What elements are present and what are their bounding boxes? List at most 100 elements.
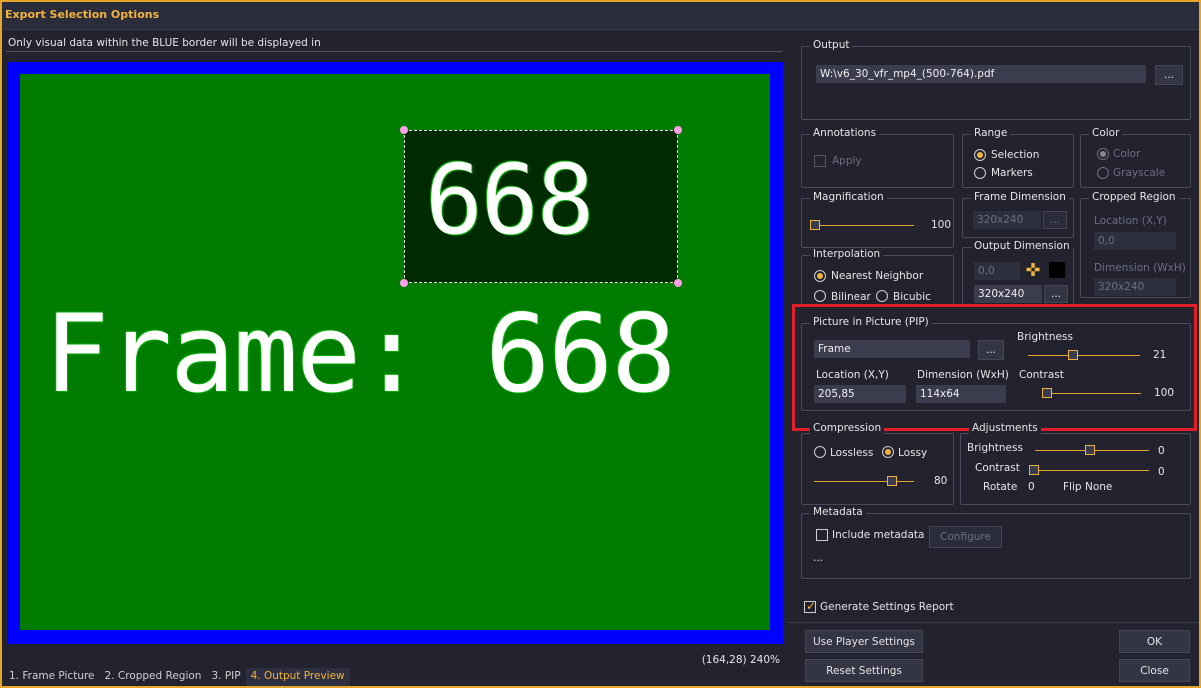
compression-value: 80 — [934, 475, 948, 487]
apply-annotations-checkbox[interactable] — [814, 155, 826, 167]
interpolation-bicubic-radio[interactable] — [876, 290, 888, 302]
annotations-group: Annotations Apply — [801, 127, 954, 188]
cropped-region-group: Cropped Region Location (X,Y) 0,0 Dimens… — [1080, 191, 1191, 298]
adjustments-group-title: Adjustments — [969, 422, 1041, 434]
interpolation-nearest-label: Nearest Neighbor — [831, 270, 924, 282]
interpolation-group: Interpolation Nearest Neighbor Bilinear … — [801, 248, 954, 305]
cursor-coordinate-readout: (164,28) 240% — [701, 654, 780, 666]
preview-panel: Only visual data within the BLUE border … — [4, 32, 786, 686]
tab-frame-picture[interactable]: 1. Frame Picture — [4, 668, 100, 686]
frame-overlay-text: Frame: 668 — [44, 292, 676, 417]
adjustments-contrast-slider-track[interactable] — [1035, 470, 1149, 471]
compression-lossy-radio[interactable] — [882, 446, 894, 458]
cropped-dimension-label: Dimension (WxH) — [1094, 262, 1186, 274]
color-group-title: Color — [1089, 127, 1123, 139]
output-browse-button[interactable]: ... — [1155, 65, 1183, 85]
adjustments-contrast-slider-thumb[interactable] — [1029, 465, 1039, 475]
pip-overlay[interactable]: 668 — [404, 130, 678, 283]
range-markers-radio[interactable] — [974, 167, 986, 179]
metadata-configure-button[interactable]: Configure — [929, 526, 1002, 548]
frame-dimension-field[interactable]: 320x240 — [973, 211, 1041, 229]
pip-resize-handle-bl[interactable] — [400, 279, 408, 287]
output-group: Output W:\v6_30_vfr_mp4_(500-764).pdf ..… — [801, 39, 1191, 120]
range-selection-label: Selection — [991, 149, 1040, 161]
tab-pip[interactable]: 3. PIP — [206, 668, 245, 686]
interpolation-bicubic-label: Bicubic — [893, 291, 931, 303]
divider — [6, 51, 782, 52]
magnification-group: Magnification 100 — [801, 191, 954, 248]
preview-tabs: 1. Frame Picture 2. Cropped Region 3. PI… — [4, 668, 350, 686]
tab-cropped-region[interactable]: 2. Cropped Region — [100, 668, 207, 686]
export-selection-window: Export Selection Options Only visual dat… — [0, 0, 1201, 688]
output-dimension-field[interactable]: 320x240 — [974, 285, 1042, 303]
adjustments-flip-value[interactable]: None — [1085, 481, 1112, 493]
preview-notice: Only visual data within the BLUE border … — [8, 37, 321, 49]
range-markers-label: Markers — [991, 167, 1033, 179]
metadata-group: Metadata Include metadata Configure ... — [801, 506, 1191, 579]
pip-resize-handle-tl[interactable] — [400, 126, 408, 134]
interpolation-group-title: Interpolation — [810, 248, 884, 260]
include-metadata-label: Include metadata — [832, 529, 925, 541]
magnification-group-title: Magnification — [810, 191, 887, 203]
metadata-group-title: Metadata — [810, 506, 866, 518]
output-group-title: Output — [810, 39, 853, 51]
adjustments-rotate-label: Rotate — [983, 481, 1018, 493]
use-player-settings-button[interactable]: Use Player Settings — [805, 630, 923, 653]
pip-resize-handle-tr[interactable] — [674, 126, 682, 134]
cropped-location-label: Location (X,Y) — [1094, 215, 1167, 227]
pip-resize-handle-br[interactable] — [674, 279, 682, 287]
include-metadata-checkbox[interactable] — [816, 529, 828, 541]
interpolation-nearest-radio[interactable] — [814, 270, 826, 282]
adjustments-brightness-label: Brightness — [967, 442, 1023, 454]
generate-report-label: Generate Settings Report — [820, 601, 954, 613]
adjustments-brightness-slider-thumb[interactable] — [1085, 445, 1095, 455]
metadata-more[interactable]: ... — [813, 552, 823, 564]
output-dimension-group: Output Dimension 0,0 ✜ 320x240 ... — [962, 240, 1074, 307]
color-group: Color Color Grayscale — [1080, 127, 1191, 188]
output-dimension-group-title: Output Dimension — [971, 240, 1073, 252]
color-grayscale-radio[interactable] — [1097, 167, 1109, 179]
frame-dimension-group-title: Frame Dimension — [971, 191, 1069, 203]
pip-overlay-text: 668 — [425, 144, 594, 256]
interpolation-bilinear-label: Bilinear — [831, 291, 871, 303]
range-selection-radio[interactable] — [974, 149, 986, 161]
color-grayscale-label: Grayscale — [1113, 167, 1166, 179]
output-path-field[interactable]: W:\v6_30_vfr_mp4_(500-764).pdf — [816, 65, 1146, 83]
cropped-location-field[interactable]: 0,0 — [1094, 232, 1176, 250]
compression-lossless-radio[interactable] — [814, 446, 826, 458]
cropped-dimension-field[interactable]: 320x240 — [1094, 278, 1176, 296]
adjustments-contrast-label: Contrast — [975, 462, 1020, 474]
output-location-field[interactable]: 0,0 — [974, 262, 1020, 280]
window-title: Export Selection Options — [2, 2, 1199, 30]
range-group: Range Selection Markers — [962, 127, 1074, 188]
adjustments-rotate-value[interactable]: 0 — [1028, 481, 1035, 493]
color-color-radio[interactable] — [1097, 148, 1109, 160]
color-swatch[interactable] — [1049, 262, 1065, 278]
output-dimension-browse-button[interactable]: ... — [1044, 285, 1068, 303]
annotations-group-title: Annotations — [810, 127, 880, 139]
compression-slider-track[interactable] — [814, 481, 914, 482]
range-group-title: Range — [971, 127, 1011, 139]
apply-annotations-label: Apply — [832, 155, 862, 167]
tab-output-preview[interactable]: 4. Output Preview — [245, 668, 350, 686]
preview-canvas[interactable]: Frame: 668 668 — [20, 74, 770, 630]
generate-report-checkbox[interactable] — [804, 599, 816, 613]
frame-dimension-browse-button[interactable]: ... — [1043, 211, 1067, 229]
adjustments-group: Adjustments Brightness 0 Contrast 0 Rota… — [960, 422, 1191, 505]
interpolation-bilinear-radio[interactable] — [814, 290, 826, 302]
adjustments-contrast-value: 0 — [1158, 466, 1165, 478]
adjustments-brightness-value: 0 — [1158, 445, 1165, 457]
magnification-slider-track[interactable] — [814, 225, 914, 226]
reset-settings-button[interactable]: Reset Settings — [805, 659, 923, 682]
highlight-box — [792, 304, 1197, 431]
divider — [787, 622, 1199, 623]
compression-lossless-label: Lossless — [830, 447, 874, 459]
magnification-slider-thumb[interactable] — [810, 220, 820, 230]
compression-slider-thumb[interactable] — [887, 476, 897, 486]
compression-group: Compression Lossless Lossy 80 — [801, 422, 954, 505]
close-button[interactable]: Close — [1119, 659, 1190, 682]
compression-lossy-label: Lossy — [898, 447, 928, 459]
cropped-region-group-title: Cropped Region — [1089, 191, 1179, 203]
ok-button[interactable]: OK — [1119, 630, 1190, 653]
crosshair-icon[interactable]: ✜ — [1023, 261, 1043, 281]
